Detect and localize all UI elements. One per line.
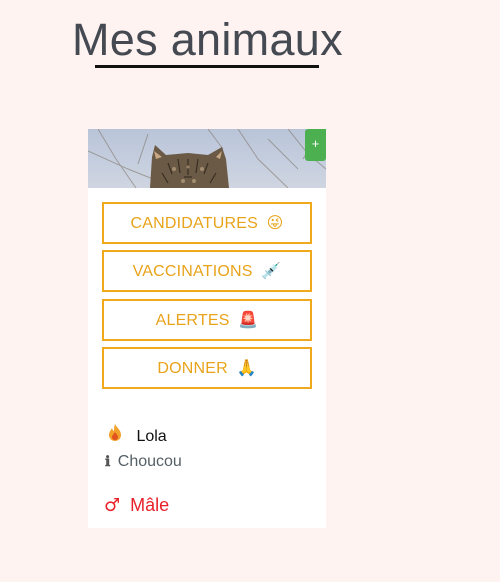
add-button[interactable]: + — [305, 129, 326, 161]
alertes-label: ALERTES — [155, 312, 230, 329]
candidatures-label: CANDIDATURES — [130, 215, 258, 232]
pet-name: Lola — [136, 428, 167, 445]
praying-hands-icon: 🙏 — [236, 358, 257, 377]
male-symbol-icon: ♂ — [104, 495, 121, 516]
syringe-icon: 💉 — [261, 261, 282, 280]
siren-icon: 🚨 — [238, 310, 259, 329]
pet-sex: Mâle — [130, 495, 170, 515]
donner-label: DONNER — [157, 360, 228, 377]
alertes-button[interactable]: ALERTES 🚨 — [102, 299, 312, 341]
pet-photo: + — [88, 129, 326, 188]
pet-sex-row: ♂ Mâle — [104, 495, 169, 516]
pet-card: + CANDIDATURES 😜 VACCINATIONS 💉 ALERTES … — [88, 129, 326, 528]
donner-button[interactable]: DONNER 🙏 — [102, 347, 312, 389]
pet-nickname-row: ℹ Choucou — [105, 453, 182, 471]
vaccinations-button[interactable]: VACCINATIONS 💉 — [102, 250, 312, 292]
pet-name-row: Lola — [108, 424, 167, 446]
candidatures-button[interactable]: CANDIDATURES 😜 — [102, 202, 312, 244]
cat-photo-illustration — [88, 129, 326, 188]
winking-tongue-face-icon: 😜 — [266, 213, 284, 232]
title-underline — [95, 65, 319, 68]
pet-nickname: Choucou — [117, 453, 182, 470]
page-title: Mes animaux — [72, 14, 343, 65]
flame-icon — [108, 424, 122, 446]
vaccinations-label: VACCINATIONS — [132, 263, 253, 280]
info-icon: ℹ — [105, 454, 111, 470]
